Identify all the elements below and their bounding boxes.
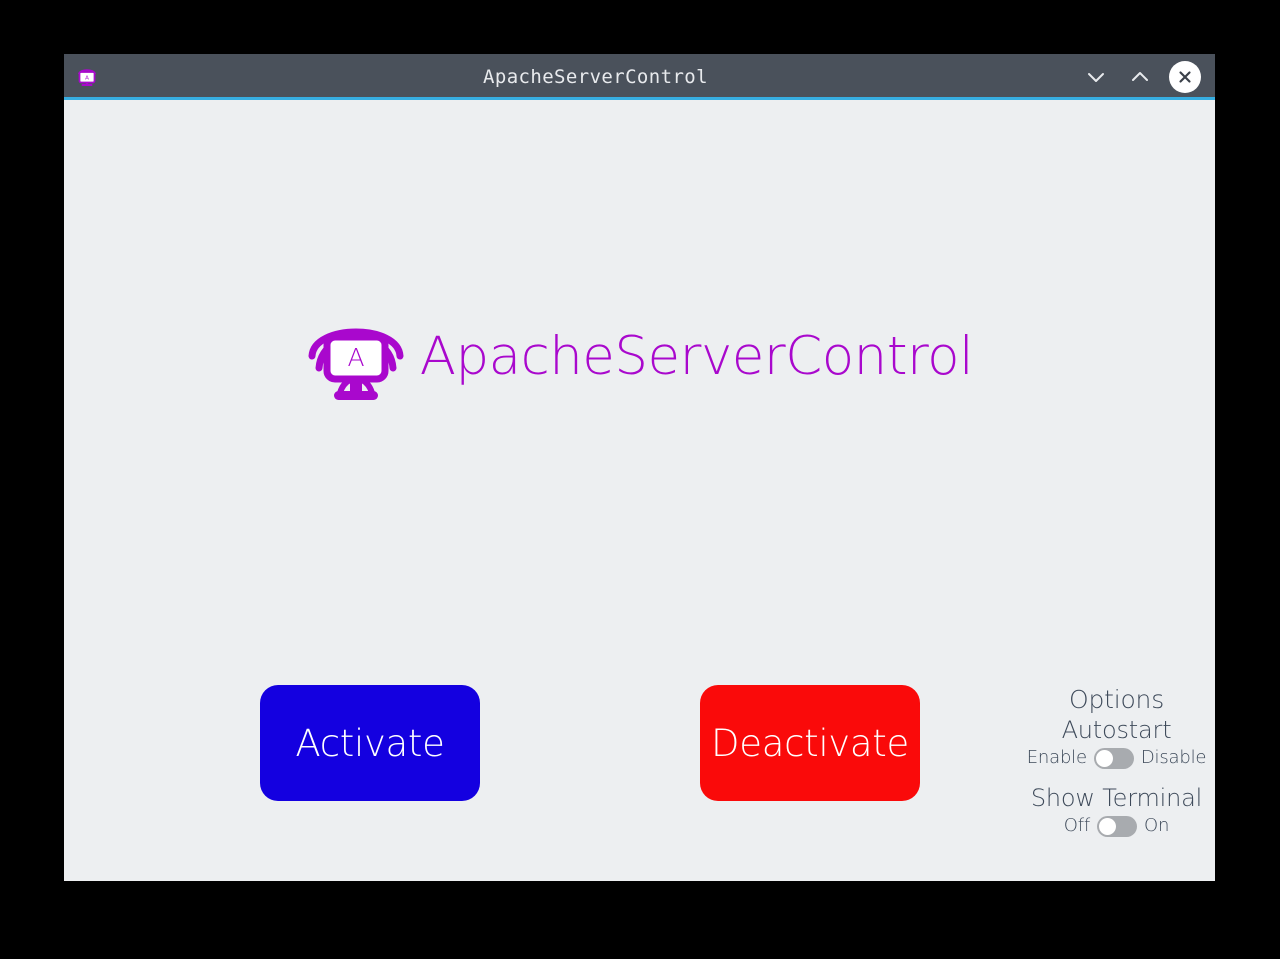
autostart-disable-label: Disable <box>1140 747 1207 768</box>
svg-text:A: A <box>85 75 89 81</box>
desktop-background: A ApacheServerControl A ApacheServerCont… <box>0 0 1280 959</box>
options-spacer <box>1024 769 1209 783</box>
show-terminal-toggle-knob <box>1099 817 1117 835</box>
app-icon-wrap: A <box>64 67 110 88</box>
apache-server-control-window: A ApacheServerControl A ApacheServerCont… <box>64 54 1215 881</box>
window-titlebar[interactable]: A ApacheServerControl <box>64 54 1215 100</box>
logo-letter: A <box>347 343 364 372</box>
window-title: ApacheServerControl <box>483 66 708 88</box>
chevron-down-icon <box>1088 73 1104 82</box>
show-terminal-toggle[interactable] <box>1097 815 1138 837</box>
options-heading: Options <box>1068 685 1165 714</box>
show-terminal-label: Show Terminal <box>1030 784 1203 812</box>
activate-button[interactable]: Activate <box>260 685 480 801</box>
show-terminal-off-label: Off <box>1063 815 1091 836</box>
autostart-enable-label: Enable <box>1026 747 1087 768</box>
brand-title: ApacheServerControl <box>419 325 974 387</box>
apache-monitor-icon: A <box>78 68 96 86</box>
show-terminal-toggle-row: Off On <box>1024 815 1209 837</box>
close-icon <box>1179 71 1191 83</box>
chevron-up-icon <box>1132 72 1148 81</box>
autostart-toggle[interactable] <box>1093 747 1134 769</box>
window-content: A ApacheServerControl Activate Deactivat… <box>64 100 1215 881</box>
autostart-toggle-knob <box>1095 749 1113 767</box>
window-controls <box>1081 61 1215 93</box>
maximize-button[interactable] <box>1125 62 1155 92</box>
deactivate-button[interactable]: Deactivate <box>700 685 920 801</box>
close-button[interactable] <box>1169 61 1201 93</box>
apache-server-control-logo: A <box>308 328 404 400</box>
minimize-button[interactable] <box>1081 62 1111 92</box>
options-panel: Options Autostart Enable Disable Show Te… <box>1024 685 1209 837</box>
show-terminal-on-label: On <box>1144 815 1170 836</box>
autostart-toggle-row: Enable Disable <box>1024 747 1209 769</box>
brand-block: A ApacheServerControl <box>64 310 1215 402</box>
autostart-label: Autostart <box>1061 716 1172 744</box>
